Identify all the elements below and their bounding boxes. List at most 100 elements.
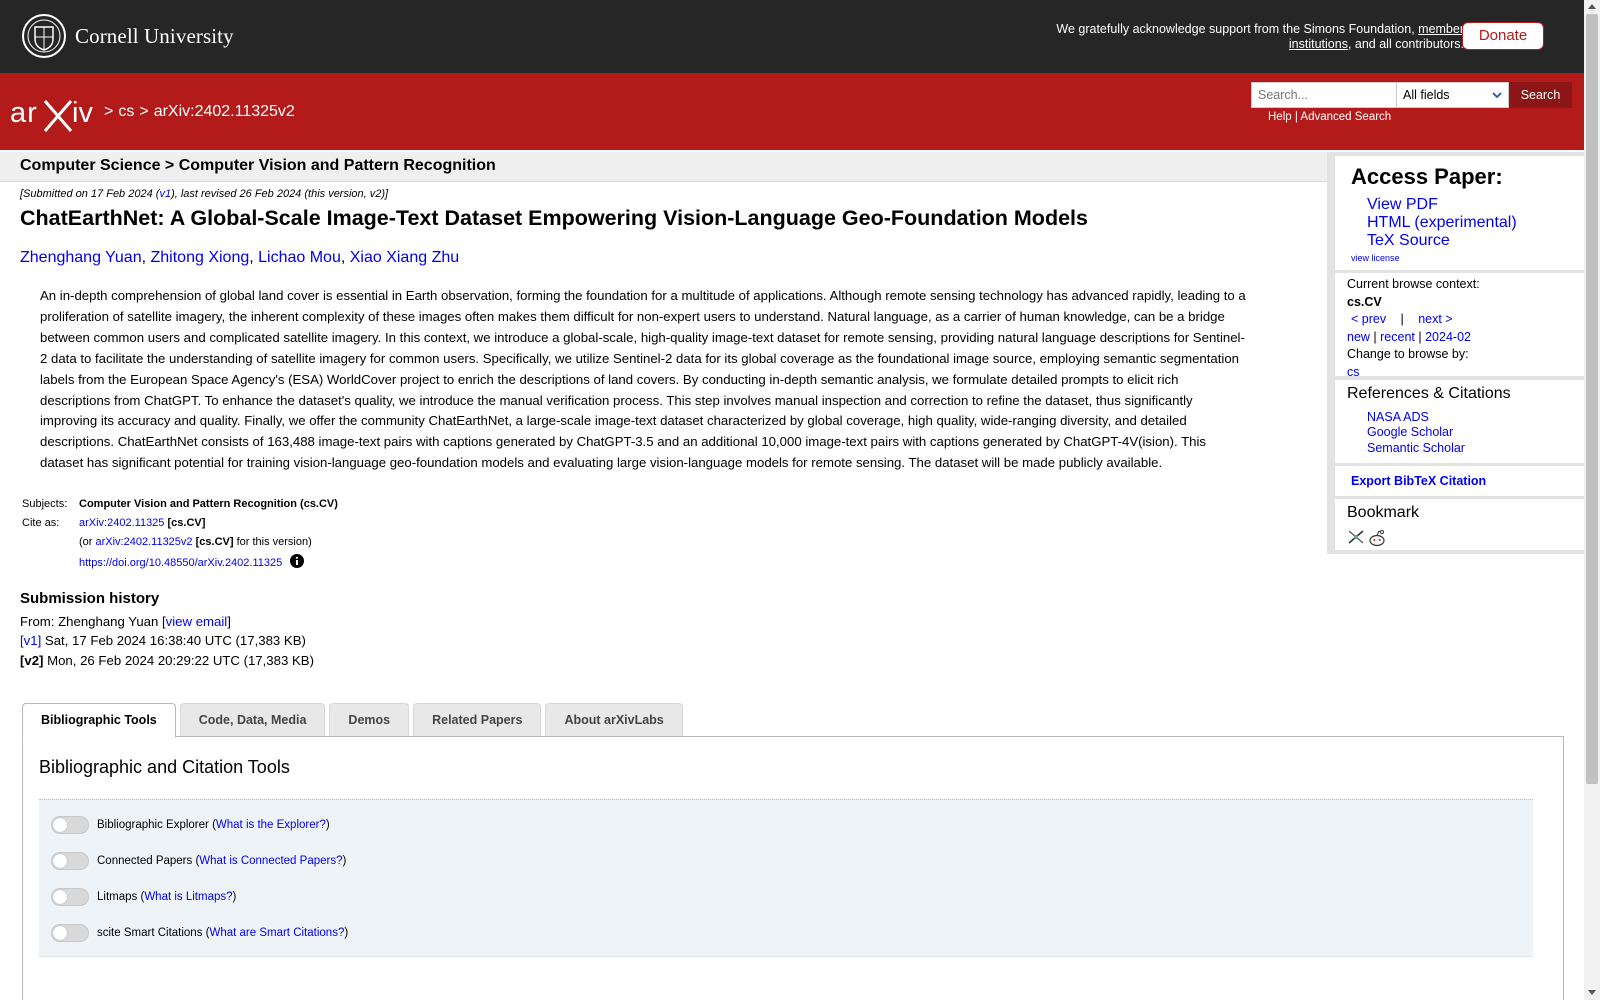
abstract-line: descriptions. ChatEarthNet consists of 1… <box>40 434 1207 450</box>
view-license-link[interactable]: view license <box>1351 253 1400 263</box>
tab-demos[interactable]: Demos <box>329 703 410 737</box>
cite-row: Cite as: arXiv:2402.11325 [cs.CV] (or ar… <box>20 516 340 575</box>
author-link[interactable]: Xiao Xiang Zhu <box>350 249 459 266</box>
tool-name: Connected Papers <box>97 855 193 867</box>
search-field-select[interactable]: All fields <box>1397 82 1509 108</box>
author-link[interactable]: Lichao Mou <box>258 249 341 266</box>
change-browse-label: Change to browse by: <box>1347 347 1469 362</box>
scroll-down-arrow-icon[interactable] <box>1588 990 1596 995</box>
prev-link[interactable]: < prev <box>1351 312 1386 326</box>
search-form: All fields Search <box>1251 82 1572 108</box>
help-separator: | <box>1294 111 1298 123</box>
tab-bibliographic-tools[interactable]: Bibliographic Tools <box>22 703 176 738</box>
cite-version-link[interactable]: arXiv:2402.11325v2 <box>96 536 193 548</box>
export-bibtex-link[interactable]: Export BibTeX Citation <box>1351 474 1486 488</box>
view-pdf-link[interactable]: View PDF <box>1367 196 1438 213</box>
scite-toggle[interactable] <box>51 924 89 942</box>
nav-separator: | <box>1400 312 1404 327</box>
tool-info-link[interactable]: What are Smart Citations? <box>209 927 344 939</box>
cite-version-tag: [cs.CV] <box>195 536 234 548</box>
cite-version-suffix: for this version) <box>233 536 312 548</box>
tool-row-connected-papers: Connected Papers (What is Connected Pape… <box>51 852 346 870</box>
author-link[interactable]: Zhenghang Yuan <box>20 249 142 266</box>
tab-about-arxivlabs[interactable]: About arXivLabs <box>545 703 683 737</box>
scrollbar[interactable] <box>1584 0 1600 1000</box>
arxiv-header: ar iv > cs > arXiv:2402.11325v2 All fiel… <box>0 73 1584 150</box>
support-suffix: , and all contributors. <box>1347 36 1464 51</box>
access-paper-heading: Access Paper: <box>1351 164 1503 189</box>
tool-info-link[interactable]: What is Connected Papers? <box>199 855 342 867</box>
svg-text:iv: iv <box>72 97 93 129</box>
tools-list: Bibliographic Explorer (What is the Expl… <box>39 799 1533 957</box>
tab-related-papers[interactable]: Related Papers <box>413 703 542 737</box>
abstract-line: An in-depth comprehension of global land… <box>40 288 1246 303</box>
version-v2-date: Mon, 26 Feb 2024 20:29:22 UTC (17,383 KB… <box>43 652 314 668</box>
version-v1-date: Sat, 17 Feb 2024 16:38:40 UTC (17,383 KB… <box>41 633 306 648</box>
version-v2-label: [v2] <box>20 652 44 668</box>
donate-button[interactable]: Donate <box>1462 22 1544 50</box>
arxiv-logo-icon[interactable]: ar iv <box>10 95 100 133</box>
litmaps-toggle[interactable] <box>51 888 89 906</box>
nasa-ads-link[interactable]: NASA ADS <box>1367 410 1429 424</box>
cornell-seal-icon <box>22 14 66 58</box>
abstract: An in-depth comprehension of global land… <box>40 286 1285 474</box>
labs-tabs: Bibliographic Tools Code, Data, Media De… <box>22 703 683 738</box>
author-link[interactable]: Zhitong Xiong <box>151 249 250 266</box>
tool-row-litmaps: Litmaps (What is Litmaps?) <box>51 888 236 906</box>
explorer-toggle[interactable] <box>51 816 89 834</box>
abstract-line: 2 data to facilitate the understanding o… <box>40 350 1240 366</box>
breadcrumb-separator: > <box>104 103 114 120</box>
dateline-suffix: ), last revised 26 Feb 2024 (this versio… <box>171 188 389 200</box>
subjects-row: Subjects: Computer Vision and Pattern Re… <box>20 497 340 516</box>
browse-cs-link[interactable]: cs <box>1347 365 1360 379</box>
tool-row-explorer: Bibliographic Explorer (What is the Expl… <box>51 816 330 834</box>
search-input[interactable] <box>1251 82 1397 108</box>
abstract-line: proliferation of satellite imagery, the … <box>40 308 1225 324</box>
advanced-search-link[interactable]: Advanced Search <box>1300 111 1391 123</box>
scroll-thumb[interactable] <box>1586 14 1598 784</box>
version-v1-link[interactable]: [v1] <box>20 633 41 648</box>
view-email-link[interactable]: view email <box>166 614 228 629</box>
recent-link[interactable]: recent <box>1380 330 1415 344</box>
tools-heading: Bibliographic and Citation Tools <box>39 757 290 777</box>
month-link[interactable]: 2024-02 <box>1425 330 1471 344</box>
chevron-down-icon <box>1492 92 1502 99</box>
info-icon[interactable] <box>290 554 305 568</box>
help-link[interactable]: Help <box>1268 111 1292 123</box>
bibsonomy-icon[interactable] <box>1347 529 1365 545</box>
tool-info-link[interactable]: What is Litmaps? <box>144 891 232 903</box>
top-banner: Cornell University We gratefully acknowl… <box>0 0 1584 73</box>
cite-tag: [cs.CV] <box>167 517 206 529</box>
cornell-logo[interactable]: Cornell University <box>21 13 234 59</box>
next-link[interactable]: next > <box>1418 312 1452 326</box>
access-paper-box: Access Paper: View PDF HTML (experimenta… <box>1335 156 1584 270</box>
semantic-scholar-link[interactable]: Semantic Scholar <box>1367 441 1465 455</box>
subjects-value: Computer Vision and Pattern Recognition … <box>79 498 338 510</box>
dateline-prefix: [Submitted on 17 Feb 2024 ( <box>20 188 160 200</box>
metadata-table: Subjects: Computer Vision and Pattern Re… <box>20 497 340 575</box>
breadcrumb: > cs > arXiv:2402.11325v2 <box>104 103 295 121</box>
scroll-up-arrow-icon[interactable] <box>1588 4 1596 9</box>
cite-id-link[interactable]: arXiv:2402.11325 <box>79 517 164 529</box>
new-link[interactable]: new <box>1347 330 1370 344</box>
breadcrumb-paper-id: arXiv:2402.11325v2 <box>153 103 295 120</box>
html-link[interactable]: HTML (experimental) <box>1367 214 1517 231</box>
search-button[interactable]: Search <box>1509 82 1572 108</box>
dateline-v1-link[interactable]: v1 <box>159 188 171 200</box>
reddit-icon[interactable] <box>1367 529 1387 547</box>
context-label: Current browse context: <box>1347 277 1480 291</box>
abstract-line: descriptions from ChatGPT. To enhance th… <box>40 392 1193 408</box>
google-scholar-link[interactable]: Google Scholar <box>1367 425 1453 439</box>
support-notice: We gratefully acknowledge support from t… <box>1044 22 1464 51</box>
references-heading: References & Citations <box>1347 385 1511 402</box>
tex-source-link[interactable]: TeX Source <box>1367 232 1450 249</box>
tool-info-link[interactable]: What is the Explorer? <box>216 819 326 831</box>
tab-code-data-media[interactable]: Code, Data, Media <box>179 703 326 737</box>
breadcrumb-cs[interactable]: cs <box>118 103 134 121</box>
abstract-line: labels from the European Space Agency's … <box>40 371 1179 387</box>
tool-row-scite: scite Smart Citations (What are Smart Ci… <box>51 924 348 942</box>
connected-papers-toggle[interactable] <box>51 852 89 870</box>
doi-link[interactable]: https://doi.org/10.48550/arXiv.2402.1132… <box>79 557 282 569</box>
svg-text:ar: ar <box>10 97 38 129</box>
breadcrumb-separator: > <box>139 103 149 120</box>
